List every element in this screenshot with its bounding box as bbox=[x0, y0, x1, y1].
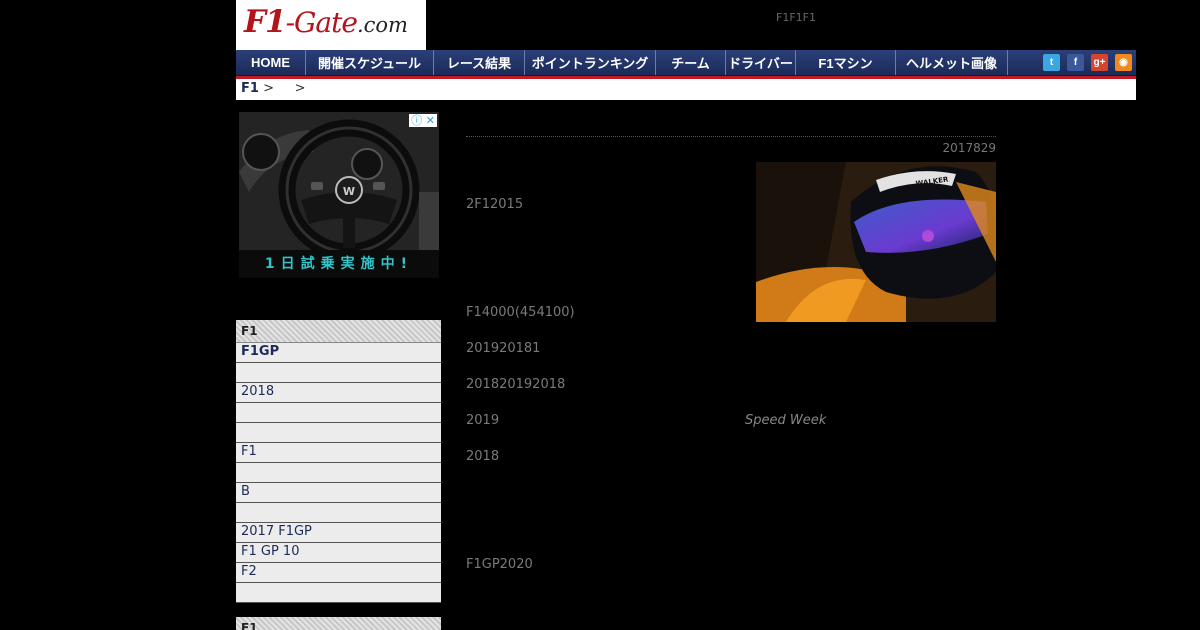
article-paragraph: 2018 bbox=[466, 449, 500, 464]
source-reference: Speed Week bbox=[745, 413, 827, 428]
sidebar-item[interactable] bbox=[236, 403, 441, 423]
logo-gate: -Gate bbox=[285, 6, 358, 39]
sidebar-item[interactable]: F1GP bbox=[236, 343, 441, 363]
driver-helmet-photo: WALKER bbox=[756, 162, 996, 322]
logo-f1: F1 bbox=[244, 4, 287, 40]
nav-driver[interactable]: ドライバー bbox=[726, 50, 796, 75]
article-divider bbox=[466, 136, 996, 137]
sidebar-menu: F1 F1GP 2018 F1 B 2017 F1GP F1 GP 10 F2 bbox=[236, 320, 441, 603]
ad-close-icon[interactable]: ⓘ ✕ bbox=[409, 114, 437, 127]
sidebar-item[interactable]: 2017 F1GP bbox=[236, 523, 441, 543]
sidebar-item[interactable] bbox=[236, 423, 441, 443]
article-paragraph: F14000(454100) bbox=[466, 305, 575, 320]
article-paragraph: F1GP2020 bbox=[466, 557, 533, 572]
sidebar-title: F1 bbox=[236, 320, 441, 343]
sidebar-ad[interactable]: W ⓘ ✕ 1日試乗実施中! bbox=[239, 112, 439, 278]
sidebar-item[interactable]: F2 bbox=[236, 563, 441, 583]
rss-icon[interactable]: ◉ bbox=[1115, 54, 1132, 71]
sidebar-title-2: F1 bbox=[236, 617, 441, 630]
sidebar-item[interactable] bbox=[236, 463, 441, 483]
breadcrumb-home[interactable]: F1 bbox=[241, 81, 259, 96]
site-header: F1-Gate.com F1F1F1 bbox=[236, 0, 1136, 50]
social-links: t f g+ ◉ bbox=[1008, 50, 1132, 75]
sidebar-item[interactable] bbox=[236, 583, 441, 603]
twitter-icon[interactable]: t bbox=[1043, 54, 1060, 71]
sidebar-item[interactable] bbox=[236, 503, 441, 523]
nav-f1-machine[interactable]: F1マシン bbox=[796, 50, 896, 75]
sidebar-menu-2: F1 bbox=[236, 617, 441, 630]
nav-team[interactable]: チーム bbox=[656, 50, 726, 75]
article-paragraph: 2019 bbox=[466, 413, 500, 428]
nav-home[interactable]: HOME bbox=[236, 50, 306, 75]
article-date: 2017829 bbox=[942, 141, 996, 155]
breadcrumb-separator: > bbox=[294, 81, 306, 96]
sidebar-item[interactable]: F1 bbox=[236, 443, 441, 463]
main-nav: HOME 開催スケジュール レース結果 ポイントランキング チーム ドライバー … bbox=[236, 50, 1136, 76]
breadcrumb: F1 > > bbox=[236, 79, 1136, 100]
article-paragraph: 201920181 bbox=[466, 341, 541, 356]
sidebar-item[interactable]: 2018 bbox=[236, 383, 441, 403]
nav-helmet-images[interactable]: ヘルメット画像 bbox=[896, 50, 1008, 75]
sidebar-item[interactable]: F1 GP 10 bbox=[236, 543, 441, 563]
steering-wheel-image: W bbox=[239, 112, 439, 261]
breadcrumb-separator: > bbox=[258, 81, 274, 96]
sidebar-item[interactable] bbox=[236, 363, 441, 383]
nav-schedule[interactable]: 開催スケジュール bbox=[306, 50, 434, 75]
article-paragraph: 2F12015 bbox=[466, 197, 524, 212]
sidebar-item[interactable]: B bbox=[236, 483, 441, 503]
google-plus-icon[interactable]: g+ bbox=[1091, 54, 1108, 71]
site-tagline: F1F1F1 bbox=[776, 11, 816, 24]
facebook-icon[interactable]: f bbox=[1067, 54, 1084, 71]
nav-race-results[interactable]: レース結果 bbox=[434, 50, 525, 75]
site-logo[interactable]: F1-Gate.com bbox=[236, 0, 426, 50]
article-paragraph: 201820192018 bbox=[466, 377, 566, 392]
ad-caption: 1日試乗実施中! bbox=[239, 250, 439, 278]
logo-com: .com bbox=[356, 13, 408, 37]
svg-text:W: W bbox=[343, 185, 355, 198]
nav-point-ranking[interactable]: ポイントランキング bbox=[525, 50, 656, 75]
